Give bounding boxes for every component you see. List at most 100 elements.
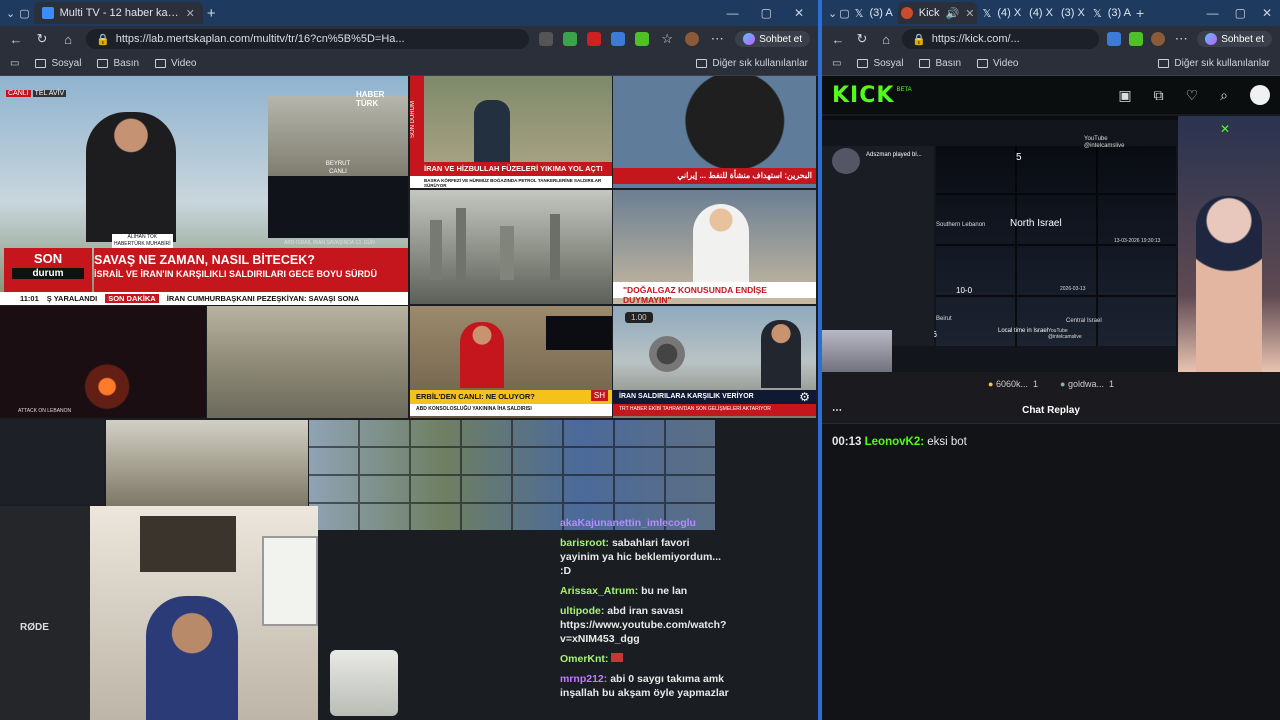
chat-msg-3: ultipode: abd iran savası https://www.yo… bbox=[560, 604, 730, 646]
refresh-icon[interactable]: ↻ bbox=[34, 31, 50, 47]
copilot-button[interactable]: Sohbet et bbox=[1197, 31, 1272, 47]
bookmark-video[interactable]: Video bbox=[977, 58, 1018, 69]
more-icon[interactable]: ⋯ bbox=[709, 31, 725, 47]
video-tile-2[interactable]: SON DURUM İRAN VE HİZBULLAH FÜZELERİ YIK… bbox=[410, 76, 612, 188]
ext-icon-2[interactable] bbox=[563, 32, 578, 46]
back-icon[interactable]: ← bbox=[830, 32, 846, 47]
profile-avatar[interactable] bbox=[1151, 32, 1166, 46]
minimize-icon[interactable]: — bbox=[727, 6, 739, 20]
new-tab-icon[interactable]: + bbox=[1136, 5, 1144, 21]
close-window-icon[interactable]: ✕ bbox=[1262, 6, 1272, 20]
browse-icon[interactable]: ▣ bbox=[1118, 87, 1131, 104]
maximize-icon[interactable]: ▢ bbox=[761, 6, 772, 20]
tab-title: (3) X bbox=[1061, 7, 1085, 19]
cam-label-beirut: Beirut bbox=[936, 316, 952, 322]
bookmark-sosyal[interactable]: Sosyal bbox=[35, 58, 81, 69]
video-tile-6[interactable]: ATTACK ON LEBANON bbox=[0, 306, 206, 418]
workspaces-icon[interactable]: ▢ bbox=[19, 7, 29, 20]
tile-headline: İRAN VE HİZBULLAH FÜZELERİ YIKIMA YOL AÇ… bbox=[410, 162, 612, 176]
other-bookmarks[interactable]: Diğer sık kullanılanlar bbox=[1158, 58, 1270, 69]
new-tab-icon[interactable]: + bbox=[207, 5, 216, 22]
bookmark-label: Basın bbox=[935, 58, 962, 69]
minimize-icon[interactable]: — bbox=[1207, 6, 1219, 20]
maximize-icon[interactable]: ▢ bbox=[1235, 6, 1246, 20]
webcam-grid-tile[interactable] bbox=[309, 420, 715, 530]
tab-kick[interactable]: Kick 🔊 ✕ bbox=[897, 2, 978, 24]
ext-icon-1[interactable] bbox=[1107, 32, 1122, 46]
kick-logo[interactable]: KICK bbox=[832, 83, 894, 108]
video-tile-9[interactable]: 1.00 İRAN SALDIRILARA KARŞILIK VERİYOR T… bbox=[613, 306, 816, 418]
ext-icon-1[interactable] bbox=[539, 32, 554, 46]
x-logo-icon: 𝕏 bbox=[854, 7, 864, 20]
tab-x-3[interactable]: (4) X bbox=[1026, 2, 1056, 24]
video-tile-7[interactable] bbox=[207, 306, 408, 418]
cam-date-2: 2026-03-13 bbox=[1060, 286, 1086, 292]
close-tab-icon[interactable]: ✕ bbox=[186, 7, 195, 20]
lock-icon: 🔒 bbox=[912, 33, 926, 46]
other-bookmarks[interactable]: Diğer sık kullanılanlar bbox=[696, 58, 808, 69]
smoke-cloud bbox=[649, 336, 685, 372]
tab-x-1[interactable]: 𝕏 (3) A bbox=[852, 2, 896, 24]
close-tab-icon[interactable]: ✕ bbox=[965, 7, 974, 20]
folder-icon bbox=[696, 59, 708, 68]
back-icon[interactable]: ← bbox=[8, 32, 24, 47]
reporter-figure bbox=[474, 100, 510, 170]
inset-beirut-night: BEYRUT CANLI bbox=[268, 161, 408, 238]
chat-user[interactable]: LeonovK2: bbox=[865, 436, 924, 448]
bookmark-basin[interactable]: Basın bbox=[919, 58, 961, 69]
video-tile-haberturk[interactable]: CANLI TEL AVİV BEYRUT CANLI HABER TÜRK A… bbox=[0, 76, 408, 305]
bookmark-sosyal[interactable]: Sosyal bbox=[857, 58, 903, 69]
tab-actions-icon[interactable]: ⌄ bbox=[6, 7, 15, 20]
bookmarks-icon[interactable]: ▭ bbox=[10, 58, 19, 69]
home-icon[interactable]: ⌂ bbox=[878, 32, 894, 47]
extensions-icon[interactable]: ☆ bbox=[659, 31, 675, 47]
video-tile-10[interactable] bbox=[106, 420, 308, 508]
search-icon[interactable]: ⌕ bbox=[1220, 87, 1228, 104]
cam-date: 13-03-2026 19:30:13 bbox=[1114, 238, 1161, 244]
video-player[interactable]: North Israel Southern Lebanon Central Is… bbox=[822, 116, 1280, 372]
tab-multitv[interactable]: Multi TV - 12 haber kanalını aynı a ✕ bbox=[33, 2, 203, 24]
ext-icon-5[interactable] bbox=[635, 32, 650, 46]
video-tile-4[interactable] bbox=[410, 190, 612, 304]
refresh-icon[interactable]: ↻ bbox=[854, 31, 870, 47]
chat-user: mrnp212: bbox=[560, 673, 608, 685]
viewer-stats: ● 6060k... 1 ● goldwa... 1 bbox=[822, 374, 1280, 394]
video-tile-5[interactable]: "DOĞALGAZ KONUSUNDA ENDİŞE DUYMAYIN" bbox=[613, 190, 816, 304]
bookmarks-icon[interactable]: ▭ bbox=[832, 58, 841, 69]
bookmark-video[interactable]: Video bbox=[155, 58, 196, 69]
streamer-figure bbox=[146, 596, 238, 720]
bookmark-basin[interactable]: Basın bbox=[97, 58, 139, 69]
more-icon[interactable]: ⋯ bbox=[1173, 31, 1189, 47]
address-bar[interactable]: 🔒 https://kick.com/... bbox=[902, 29, 1100, 49]
tab-x-5[interactable]: 𝕏 (3) A bbox=[1090, 2, 1134, 24]
tab-bar: ⌄ ▢ 𝕏 (3) A Kick 🔊 ✕ 𝕏 (4) X (4) X (3) X 𝕏 (3… bbox=[822, 0, 1280, 26]
settings-gear-icon[interactable]: ⚙ bbox=[799, 390, 810, 404]
profile-avatar[interactable] bbox=[685, 32, 700, 46]
chat-menu-icon[interactable]: ⋯ bbox=[832, 405, 842, 416]
workspaces-icon[interactable]: ▢ bbox=[839, 7, 849, 20]
home-icon[interactable]: ⌂ bbox=[60, 32, 76, 47]
address-bar[interactable]: 🔒 https://lab.mertskaplan.com/multitv/tr… bbox=[86, 29, 530, 49]
ext-icon-4[interactable] bbox=[611, 32, 626, 46]
close-window-icon[interactable]: ✕ bbox=[794, 6, 804, 20]
yt-label: YouTube bbox=[1084, 136, 1108, 142]
video-tile-3[interactable]: البحرين: استهداف منشأة للنفط ... إيراني bbox=[613, 76, 816, 188]
tab-x-2[interactable]: 𝕏 (4) X bbox=[979, 2, 1024, 24]
right-browser-window: ⌄ ▢ 𝕏 (3) A Kick 🔊 ✕ 𝕏 (4) X (4) X (3) X 𝕏 (3… bbox=[822, 0, 1280, 720]
heart-icon[interactable]: ♡ bbox=[1186, 87, 1199, 104]
copilot-button[interactable]: Sohbet et bbox=[735, 31, 810, 47]
speaker-icon[interactable]: 🔊 bbox=[946, 7, 960, 20]
user-avatar[interactable] bbox=[1250, 85, 1270, 105]
video-tile-8[interactable]: ERBİL'DEN CANLI: NE OLUYOR? ABD KONSOLOS… bbox=[410, 306, 612, 418]
close-overlay-icon[interactable]: ✕ bbox=[1220, 122, 1230, 136]
emote-icon bbox=[611, 653, 624, 662]
stat-value: 1 bbox=[1109, 379, 1115, 389]
reporter-name-tag: ALİHAN TOK HABERTÜRK MUHABİRİ bbox=[112, 234, 173, 248]
tab-actions-icon[interactable]: ⌄ bbox=[828, 7, 837, 20]
headline-banner: SAVAŞ NE ZAMAN, NASIL BİTECEK? İSRAİL VE… bbox=[94, 248, 408, 292]
following-icon[interactable]: ⧉ bbox=[1154, 87, 1164, 104]
ext-icon-2[interactable] bbox=[1129, 32, 1144, 46]
ext-icon-3[interactable] bbox=[587, 32, 602, 46]
ticker-time: 11:01 bbox=[20, 294, 39, 303]
tab-x-4[interactable]: (3) X bbox=[1058, 2, 1088, 24]
